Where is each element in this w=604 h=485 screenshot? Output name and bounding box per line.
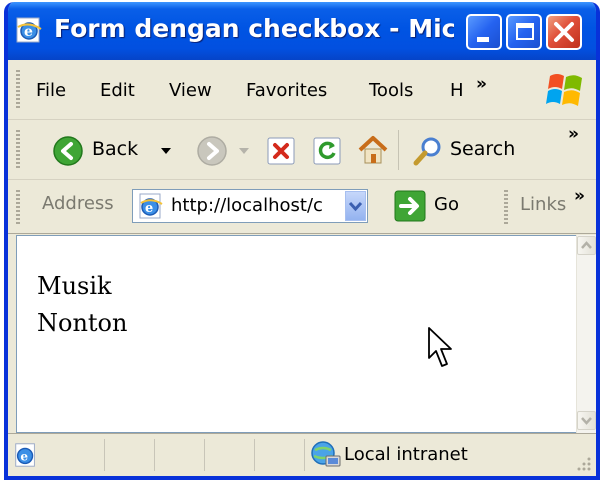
windows-logo-icon: [546, 74, 582, 106]
links-grip[interactable]: [504, 190, 508, 224]
menubar-overflow-chevron[interactable]: »: [476, 74, 487, 94]
intranet-zone-icon: [311, 441, 341, 467]
forward-arrow-icon[interactable]: [196, 135, 228, 167]
chevron-up-icon: [581, 241, 592, 249]
window-title: Form dengan checkbox - Micr...: [54, 14, 454, 43]
status-divider: [254, 439, 255, 471]
menu-favorites[interactable]: Favorites: [246, 80, 327, 101]
address-input[interactable]: e http://localhost/c: [132, 189, 368, 223]
resize-grip-icon[interactable]: [574, 454, 592, 472]
back-button[interactable]: Back: [44, 132, 174, 170]
content-line-nonton: Nonton: [37, 309, 128, 337]
maximize-button[interactable]: [506, 14, 542, 50]
address-url: http://localhost/c: [171, 195, 323, 216]
page-content: Musik Nonton: [16, 235, 576, 433]
go-arrow-icon[interactable]: [394, 190, 426, 222]
vertical-scrollbar[interactable]: [576, 235, 596, 433]
back-dropdown-icon[interactable]: [160, 146, 172, 156]
minimize-button[interactable]: [466, 14, 502, 50]
menu-bar: File Edit View Favorites Tools H »: [8, 60, 596, 120]
mouse-cursor-icon: [428, 327, 452, 367]
menubar-grip[interactable]: [16, 70, 20, 110]
status-bar: e Local intranet: [8, 433, 596, 476]
page-status-icon: e: [15, 443, 35, 467]
address-label: Address: [42, 193, 114, 214]
back-label: Back: [92, 138, 139, 160]
chevron-down-icon: [581, 417, 592, 425]
menu-view[interactable]: View: [169, 80, 212, 101]
toolbar-grip[interactable]: [16, 130, 20, 170]
ie-page-icon: e: [16, 17, 42, 43]
search-label: Search: [450, 138, 516, 160]
content-line-musik: Musik: [37, 272, 112, 300]
browser-window: e Form dengan checkbox - Micr... File Ed…: [4, 2, 600, 480]
scroll-down-button[interactable]: [577, 411, 596, 430]
title-bar[interactable]: e Form dengan checkbox - Micr...: [8, 2, 596, 60]
stop-icon[interactable]: [266, 136, 296, 166]
scroll-up-button[interactable]: [577, 236, 596, 255]
links-button[interactable]: Links: [520, 194, 566, 215]
search-button[interactable]: Search: [408, 132, 538, 170]
menu-edit[interactable]: Edit: [100, 80, 135, 101]
page-icon: e: [139, 193, 163, 219]
menu-tools[interactable]: Tools: [369, 80, 413, 101]
back-arrow-icon: [53, 136, 83, 166]
menu-help[interactable]: H: [450, 80, 464, 101]
home-icon[interactable]: [356, 133, 390, 167]
svg-text:e: e: [24, 24, 33, 40]
standard-toolbar: Back Search »: [8, 120, 596, 180]
toolbar-separator: [398, 130, 399, 170]
links-overflow-chevron[interactable]: »: [574, 186, 585, 206]
address-bar: Address e http://localhost/c Go Links »: [8, 180, 596, 234]
status-divider: [104, 439, 105, 471]
status-divider: [154, 439, 155, 471]
status-divider: [204, 439, 205, 471]
toolbar-overflow-chevron[interactable]: »: [568, 124, 579, 144]
close-button[interactable]: [546, 14, 582, 50]
addressbar-grip[interactable]: [16, 190, 20, 224]
refresh-icon[interactable]: [312, 136, 342, 166]
forward-dropdown-icon[interactable]: [238, 146, 250, 156]
close-icon: [554, 22, 574, 42]
svg-text:e: e: [20, 450, 28, 464]
go-button[interactable]: Go: [434, 194, 459, 215]
maximize-icon: [516, 23, 534, 40]
security-zone-label: Local intranet: [344, 444, 468, 465]
address-dropdown-button[interactable]: [345, 191, 366, 221]
svg-text:e: e: [145, 201, 153, 216]
minimize-icon: [477, 37, 489, 42]
chevron-down-icon: [348, 201, 363, 212]
search-icon: [413, 137, 441, 166]
menu-file[interactable]: File: [36, 80, 66, 101]
status-divider: [304, 439, 305, 471]
